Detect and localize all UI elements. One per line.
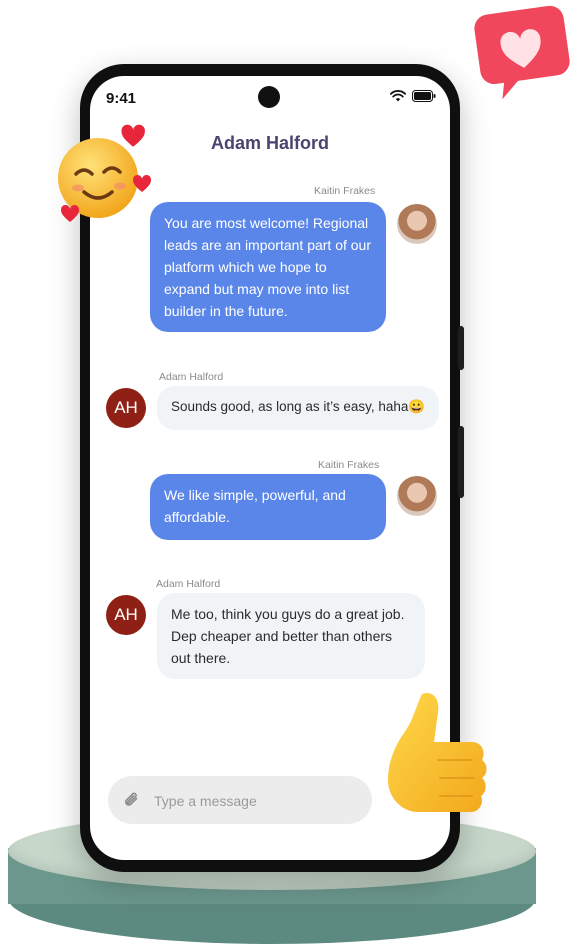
message-bubble-outgoing: We like simple, powerful, and affordable… [150, 474, 386, 540]
message-bubble-outgoing: You are most welcome! Regional leads are… [150, 202, 386, 332]
message-sender: Kaitin Frakes [314, 185, 376, 197]
smiling-face-hearts-emoji [54, 116, 158, 233]
wifi-icon [390, 90, 406, 102]
front-camera [258, 86, 280, 108]
message-bubble-incoming: Sounds good, as long as it’s easy, haha😀 [157, 386, 439, 430]
message-sender: Kaitin Frakes [318, 459, 380, 471]
thumbs-up-emoji [378, 688, 498, 853]
battery-icon [412, 90, 436, 102]
avatar-kaitin[interactable] [397, 476, 437, 516]
message-sender: Adam Halford [156, 578, 221, 590]
message-sender: Adam Halford [159, 371, 224, 383]
heart-badge-icon [470, 4, 574, 105]
message-input[interactable] [152, 776, 366, 826]
status-time: 9:41 [106, 90, 137, 107]
message-composer [108, 776, 372, 826]
avatar-adam[interactable]: AH [106, 595, 146, 635]
paperclip-icon[interactable] [122, 790, 142, 815]
phone-side-button [458, 326, 464, 370]
phone-volume-button [458, 426, 464, 498]
message-bubble-incoming: Me too, think you guys do a great job. D… [157, 593, 425, 679]
status-icons [390, 90, 436, 102]
avatar-adam[interactable]: AH [106, 388, 146, 428]
avatar-kaitin[interactable] [397, 204, 437, 244]
